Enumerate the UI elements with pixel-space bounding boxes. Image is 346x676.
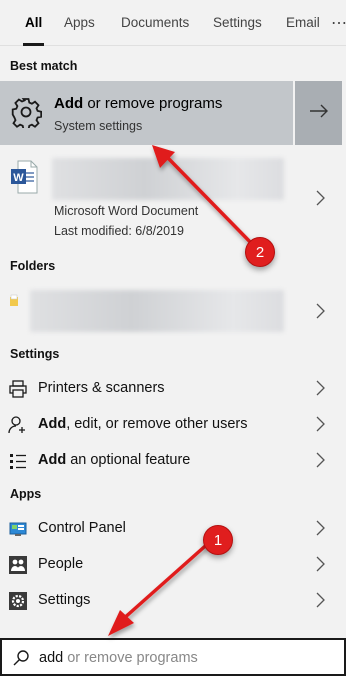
settings-heading: Settings <box>10 347 60 361</box>
document-type-label: Microsoft Word Document <box>54 204 199 218</box>
settings-item-label: Add, edit, or remove other users <box>38 416 248 432</box>
tab-documents[interactable]: Documents <box>121 0 189 46</box>
feature-list-icon <box>8 451 28 471</box>
search-scope-tabs: All Apps Documents Settings Email ⋯ <box>0 0 346 46</box>
gear-icon <box>8 591 28 611</box>
settings-item-label: Printers & scanners <box>38 380 165 396</box>
printer-icon <box>8 379 28 399</box>
best-match-heading: Best match <box>10 59 78 73</box>
document-result[interactable]: W Microsoft Word Document Last modified:… <box>0 152 346 246</box>
document-modified-label: Last modified: 6/8/2019 <box>54 224 184 238</box>
chevron-right-icon[interactable] <box>314 520 326 536</box>
settings-item-optional-feature[interactable]: Add an optional feature <box>0 442 346 478</box>
redacted-filename <box>52 158 284 200</box>
app-item-label: Control Panel <box>38 520 126 536</box>
folder-icon <box>9 294 21 308</box>
chevron-right-icon[interactable] <box>314 416 326 432</box>
open-best-match-button[interactable] <box>295 81 342 145</box>
user-add-icon <box>8 415 28 435</box>
word-doc-icon: W <box>10 160 38 194</box>
app-item-people[interactable]: People <box>0 546 346 582</box>
chevron-right-icon[interactable] <box>314 452 326 468</box>
folder-result[interactable] <box>0 288 346 334</box>
annotation-badge-2: 2 <box>245 237 275 267</box>
tab-all[interactable]: All <box>23 0 45 46</box>
svg-text:W: W <box>13 172 24 184</box>
best-match-title: Add or remove programs <box>54 95 223 112</box>
search-suggestion: or remove programs <box>63 650 198 666</box>
settings-item-users[interactable]: Add, edit, or remove other users <box>0 406 346 442</box>
app-item-control-panel[interactable]: Control Panel <box>0 510 346 546</box>
search-icon <box>12 649 30 667</box>
best-match-subtitle: System settings <box>54 119 143 133</box>
more-tabs-button[interactable]: ⋯ <box>331 0 346 46</box>
folders-heading: Folders <box>10 259 56 273</box>
tab-settings[interactable]: Settings <box>213 0 262 46</box>
best-match-result[interactable]: Add or remove programs System settings <box>0 81 293 145</box>
apps-heading: Apps <box>10 487 42 501</box>
app-item-settings[interactable]: Settings <box>0 582 346 618</box>
gear-icon <box>10 96 43 131</box>
arrow-right-icon <box>309 104 329 123</box>
settings-item-printers[interactable]: Printers & scanners <box>0 370 346 406</box>
app-item-label: Settings <box>38 592 91 608</box>
tab-email[interactable]: Email <box>286 0 320 46</box>
chevron-right-icon[interactable] <box>314 303 326 319</box>
settings-item-label: Add an optional feature <box>38 452 191 468</box>
control-panel-icon <box>8 519 28 539</box>
people-icon <box>8 555 28 575</box>
chevron-right-icon[interactable] <box>314 556 326 572</box>
chevron-right-icon[interactable] <box>314 190 326 206</box>
search-input[interactable]: add or remove programs <box>39 650 198 666</box>
search-box[interactable]: add or remove programs <box>0 638 346 676</box>
redacted-folder-name <box>30 290 284 332</box>
chevron-right-icon[interactable] <box>314 380 326 396</box>
tab-apps[interactable]: Apps <box>64 0 95 46</box>
app-item-label: People <box>38 556 84 572</box>
chevron-right-icon[interactable] <box>314 592 326 608</box>
annotation-badge-1: 1 <box>203 525 233 555</box>
